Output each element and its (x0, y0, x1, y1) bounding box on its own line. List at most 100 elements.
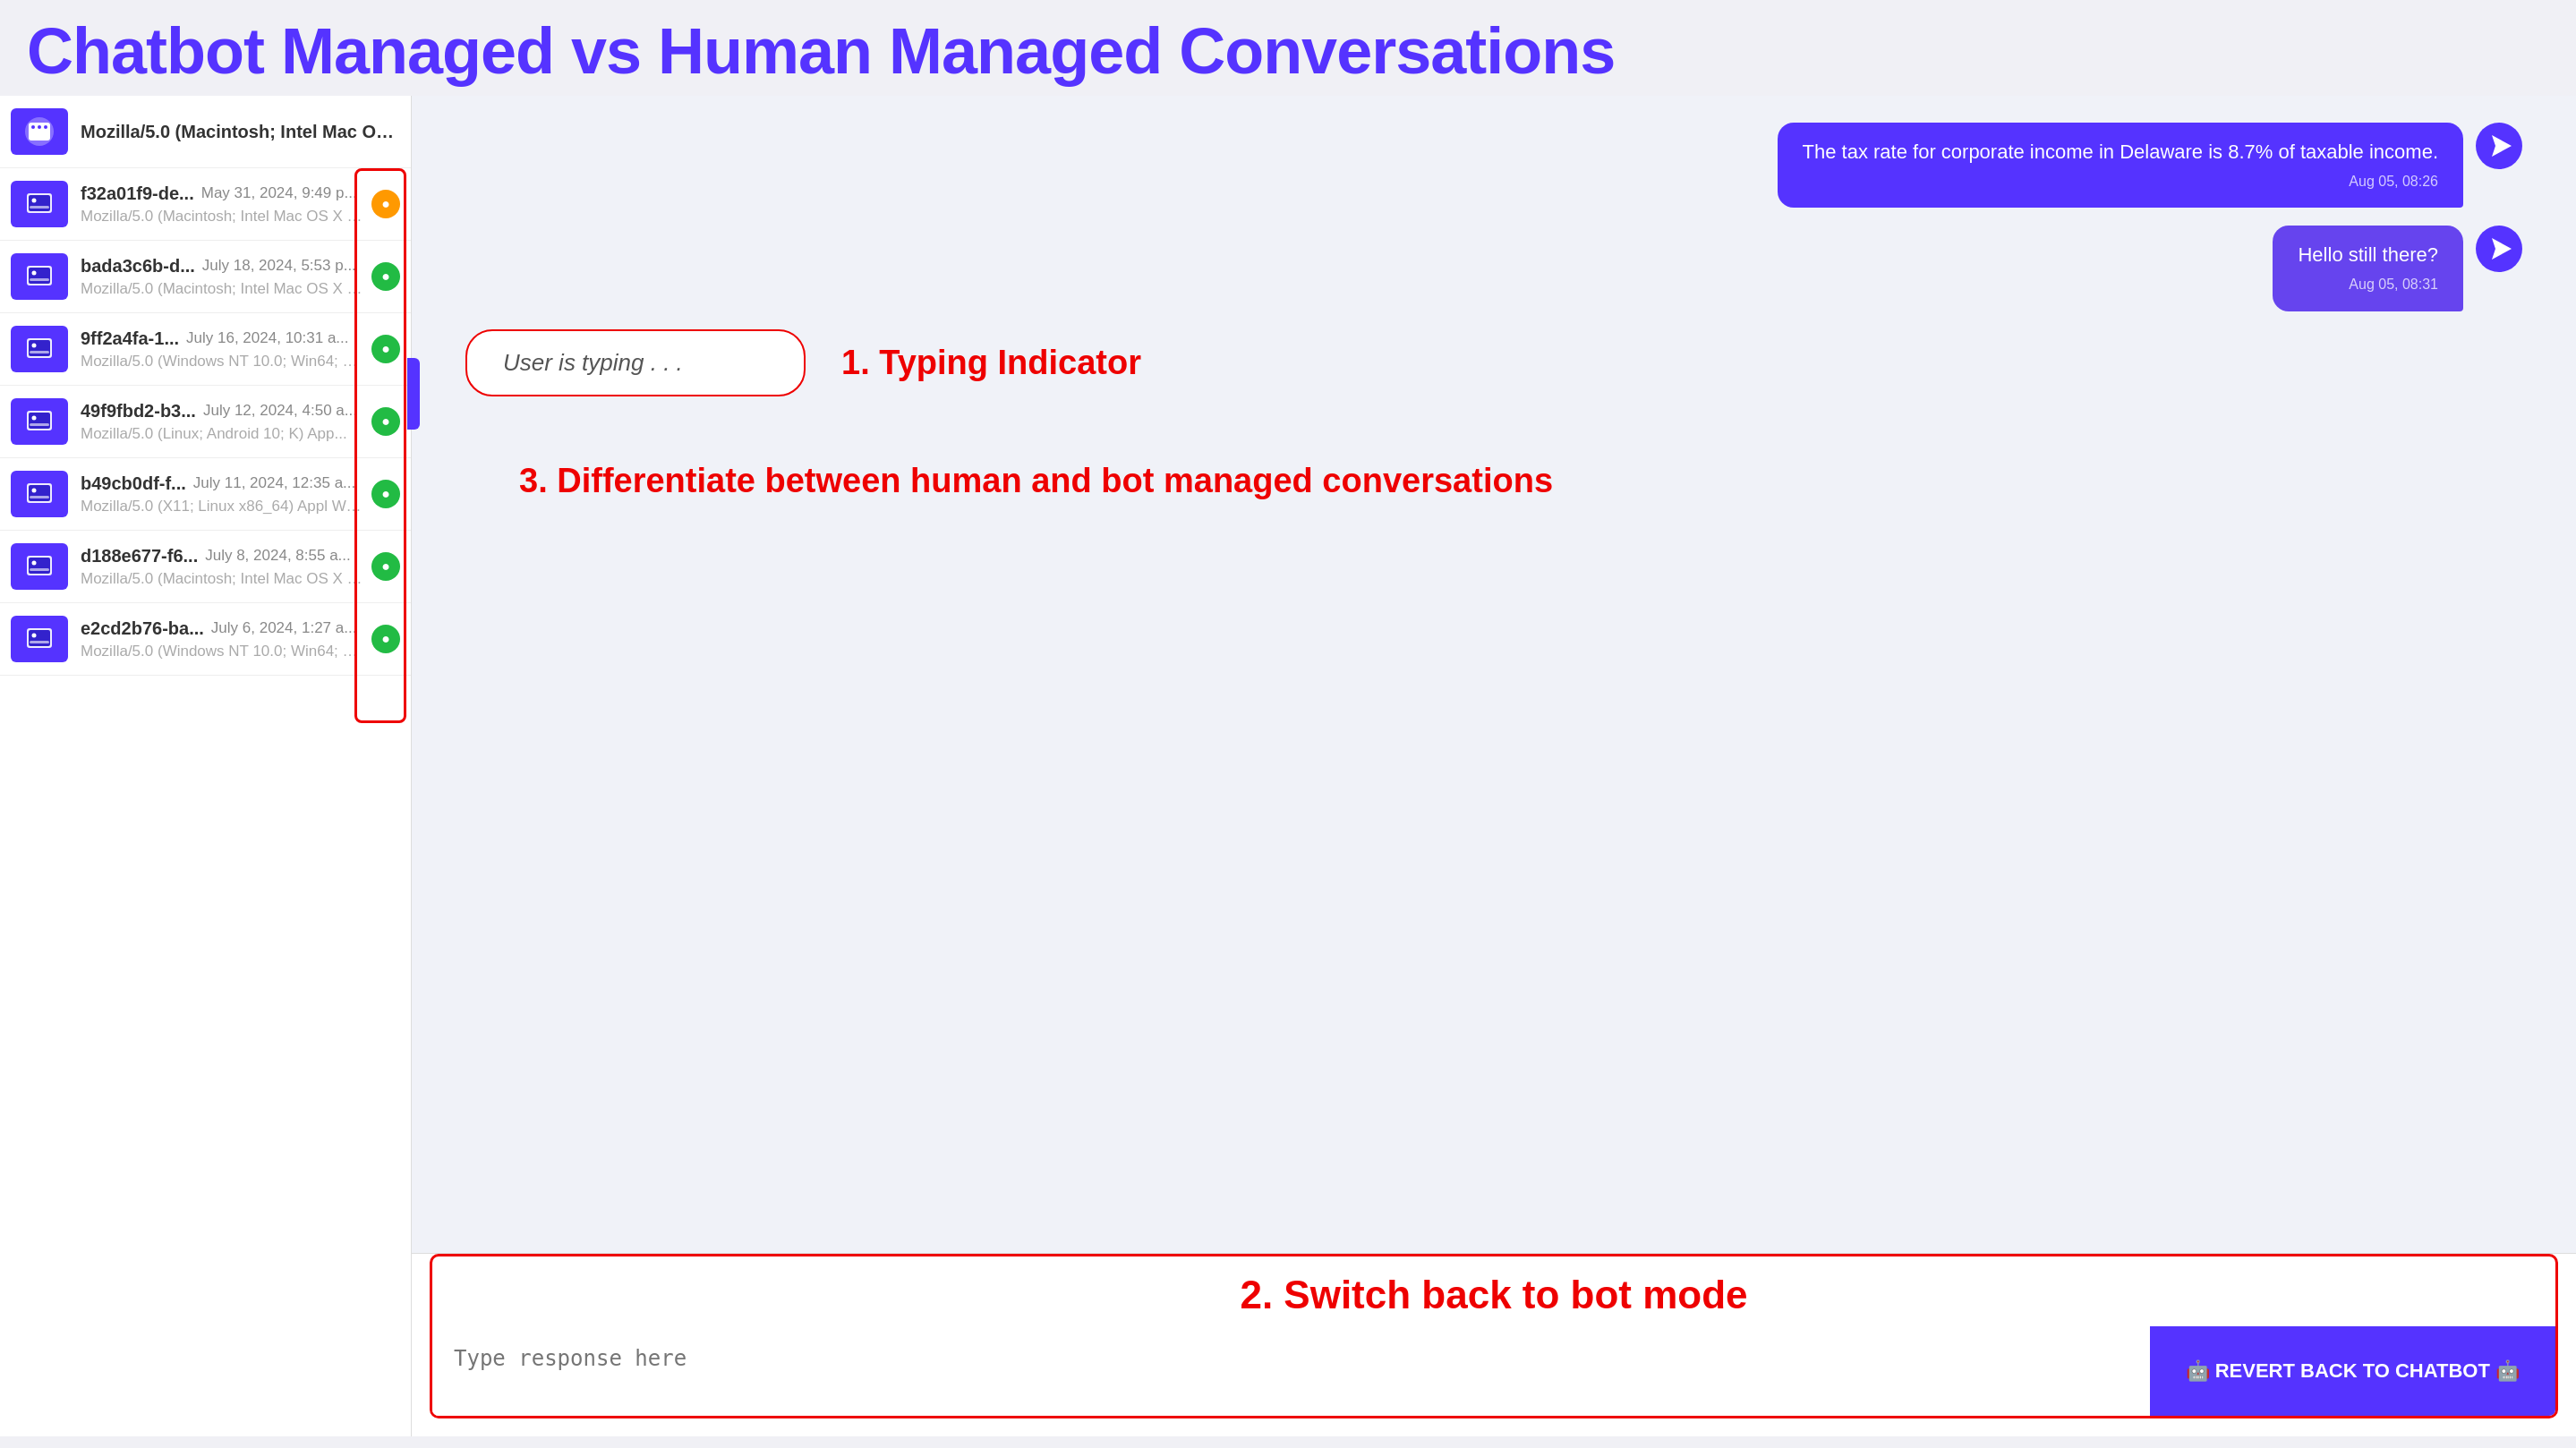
message-bubble: The tax rate for corporate income in Del… (1778, 123, 2463, 208)
typing-label: 1. Typing Indicator (841, 344, 1141, 382)
svg-rect-20 (30, 423, 49, 426)
sidebar-item-date: July 8, 2024, 8:55 a... (205, 547, 351, 565)
message-text: The tax rate for corporate income in Del… (1803, 139, 2438, 166)
main-layout: Mozilla/5.0 (Macintosh; Intel Mac OS X 1… (0, 96, 2576, 1436)
sidebar-item-id: b49cb0df-f... (81, 473, 186, 494)
message-timestamp: Aug 05, 08:26 (1803, 172, 2438, 192)
list-item[interactable]: f32a01f9-de... May 31, 2024, 9:49 p... M… (0, 168, 411, 241)
sidebar-item-info: bada3c6b-d... July 18, 2024, 5:53 p... M… (81, 256, 364, 298)
sidebar-item-ua: Mozilla/5.0 (Macintosh; Intel Mac OS X 1… (81, 280, 364, 298)
svg-rect-22 (29, 485, 50, 501)
sidebar-item-date: July 6, 2024, 1:27 a... (211, 619, 357, 637)
list-item[interactable]: 49f9fbd2-b3... July 12, 2024, 4:50 a... … (0, 386, 411, 458)
revert-to-chatbot-button[interactable]: 🤖 REVERT BACK TO CHATBOT 🤖 (2150, 1326, 2555, 1416)
svg-rect-32 (30, 641, 49, 643)
typing-indicator: User is typing . . . (465, 329, 806, 396)
chat-messages: The tax rate for corporate income in Del… (412, 96, 2576, 1253)
svg-point-2 (31, 125, 35, 129)
sidebar-item-info: Mozilla/5.0 (Macintosh; Intel Mac OS X 1… (81, 122, 400, 142)
status-badge: ● (371, 335, 400, 363)
sidebar-item-id: bada3c6b-d... (81, 256, 195, 277)
svg-rect-8 (30, 206, 49, 209)
feature-label-3: 3. Differentiate between human and bot m… (465, 423, 2522, 539)
svg-point-3 (38, 125, 41, 129)
sidebar-item-ua: Mozilla/5.0 (Windows NT 10.0; Win64; x6.… (81, 353, 364, 371)
svg-rect-10 (29, 268, 50, 284)
list-item[interactable]: Mozilla/5.0 (Macintosh; Intel Mac OS X 1… (0, 96, 411, 168)
svg-point-31 (32, 634, 37, 638)
svg-point-15 (32, 344, 37, 348)
sidebar-item-date: July 16, 2024, 10:31 a... (186, 329, 348, 347)
status-badge: ● (371, 552, 400, 581)
page-title: Chatbot Managed vs Human Managed Convers… (0, 0, 2576, 96)
message-row: Hello still there? Aug 05, 08:31 (465, 226, 2522, 311)
svg-marker-34 (2492, 238, 2512, 260)
svg-rect-18 (29, 413, 50, 429)
sidebar-item-info: 49f9fbd2-b3... July 12, 2024, 4:50 a... … (81, 401, 364, 443)
sidebar-item-date: July 11, 2024, 12:35 a... (193, 474, 355, 492)
sidebar-item-id: Mozilla/5.0 (Macintosh; Intel Mac OS X 1… (81, 122, 400, 142)
avatar (11, 398, 68, 445)
switch-label: 2. Switch back to bot mode (430, 1254, 2558, 1326)
sidebar-item-info: e2cd2b76-ba... July 6, 2024, 1:27 a... M… (81, 618, 364, 660)
list-item[interactable]: 9ff2a4fa-1... July 16, 2024, 10:31 a... … (0, 313, 411, 386)
sidebar-item-ua: Mozilla/5.0 (Macintosh; Intel Mac OS X 1… (81, 570, 364, 588)
sidebar-item-info: d188e677-f6... July 8, 2024, 8:55 a... M… (81, 546, 364, 588)
message-timestamp: Aug 05, 08:31 (2298, 275, 2438, 294)
status-badge: ● (371, 190, 400, 218)
sidebar-item-id: e2cd2b76-ba... (81, 618, 204, 639)
svg-point-19 (32, 416, 37, 421)
sidebar-item-info: f32a01f9-de... May 31, 2024, 9:49 p... M… (81, 183, 364, 226)
chat-panel: The tax rate for corporate income in Del… (412, 96, 2576, 1436)
svg-point-7 (32, 199, 37, 203)
avatar (11, 181, 68, 227)
side-tab[interactable] (407, 358, 420, 430)
avatar (11, 616, 68, 662)
status-badge: ● (371, 262, 400, 291)
message-row: The tax rate for corporate income in Del… (465, 123, 2522, 208)
chat-send-icon (2476, 226, 2522, 272)
list-item[interactable]: b49cb0df-f... July 11, 2024, 12:35 a... … (0, 458, 411, 531)
svg-point-23 (32, 489, 37, 493)
message-bubble: Hello still there? Aug 05, 08:31 (2273, 226, 2463, 311)
sidebar-item-ua: Mozilla/5.0 (Linux; Android 10; K) App..… (81, 425, 364, 443)
svg-point-27 (32, 561, 37, 566)
sidebar-item-id: f32a01f9-de... (81, 183, 194, 204)
sidebar-item-ua: Mozilla/5.0 (Macintosh; Intel Mac OS X 1… (81, 208, 364, 226)
typing-text: User is typing . . . (503, 349, 683, 376)
avatar (11, 326, 68, 372)
typing-indicator-row: User is typing . . . 1. Typing Indicator (465, 329, 2522, 396)
bottom-panel: 2. Switch back to bot mode 🤖 REVERT BACK… (412, 1253, 2576, 1436)
sidebar-item-date: July 18, 2024, 5:53 p... (202, 257, 356, 275)
status-badge: ● (371, 480, 400, 508)
svg-rect-26 (29, 558, 50, 574)
response-input[interactable] (432, 1326, 2150, 1416)
sidebar-item-ua: Mozilla/5.0 (Windows NT 10.0; Win64; x0.… (81, 643, 364, 660)
list-item[interactable]: bada3c6b-d... July 18, 2024, 5:53 p... M… (0, 241, 411, 313)
avatar (11, 108, 68, 155)
sidebar-item-info: b49cb0df-f... July 11, 2024, 12:35 a... … (81, 473, 364, 515)
avatar (11, 543, 68, 590)
sidebar-item-ua: Mozilla/5.0 (X11; Linux x86_64) Appl We.… (81, 498, 364, 515)
avatar (11, 471, 68, 517)
svg-rect-30 (29, 630, 50, 646)
message-text: Hello still there? (2298, 242, 2438, 269)
svg-rect-6 (29, 195, 50, 211)
svg-rect-14 (29, 340, 50, 356)
chat-send-icon (2476, 123, 2522, 169)
list-item[interactable]: e2cd2b76-ba... July 6, 2024, 1:27 a... M… (0, 603, 411, 676)
svg-rect-16 (30, 351, 49, 353)
status-badge: ● (371, 625, 400, 653)
sidebar-item-info: 9ff2a4fa-1... July 16, 2024, 10:31 a... … (81, 328, 364, 371)
avatar (11, 253, 68, 300)
svg-rect-24 (30, 496, 49, 498)
svg-point-4 (44, 125, 47, 129)
sidebar-item-id: d188e677-f6... (81, 546, 198, 566)
input-row: 🤖 REVERT BACK TO CHATBOT 🤖 (430, 1326, 2558, 1418)
svg-marker-33 (2492, 135, 2512, 157)
svg-point-11 (32, 271, 37, 276)
sidebar-item-id: 49f9fbd2-b3... (81, 401, 196, 422)
list-item[interactable]: d188e677-f6... July 8, 2024, 8:55 a... M… (0, 531, 411, 603)
svg-rect-28 (30, 568, 49, 571)
conversation-sidebar[interactable]: Mozilla/5.0 (Macintosh; Intel Mac OS X 1… (0, 96, 412, 1436)
